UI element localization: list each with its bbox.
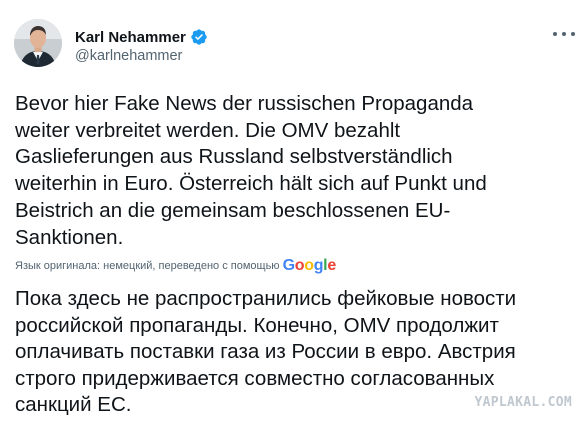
translated-line: Пока здесь не распространились фейковые … bbox=[15, 287, 517, 310]
translated-line: санкций ЕС. bbox=[15, 393, 132, 416]
tweet-line: Bevor hier Fake News der russischen Prop… bbox=[15, 92, 474, 115]
tweet-line: weiter verbreitet werden. Die OMV bezahl… bbox=[15, 118, 401, 142]
translated-line: российской пропаганды. Конечно, OMV прод… bbox=[15, 313, 499, 337]
author-name-row[interactable]: Karl Nehammer bbox=[75, 28, 208, 46]
translated-line: строго придерживается совместно согласов… bbox=[15, 366, 495, 390]
more-dot bbox=[571, 32, 575, 36]
tweet-line: Beistrich an die gemeinsam beschlossenen… bbox=[15, 198, 451, 222]
more-options-icon[interactable] bbox=[553, 27, 575, 41]
avatar[interactable] bbox=[14, 19, 62, 67]
site-watermark: YAPLAKAL.COM bbox=[474, 395, 572, 410]
tweet-text: Bevor hier Fake News der russischen Prop… bbox=[15, 91, 580, 251]
tweet-line: Sanktionen. bbox=[15, 225, 124, 249]
tweet-line: weiterhin in Euro. Österreich hält sich … bbox=[15, 172, 487, 196]
translation-attribution[interactable]: Язык оригинала: немецкий, переведено с п… bbox=[15, 257, 336, 275]
verified-badge-icon bbox=[191, 29, 207, 45]
profile-photo-icon bbox=[14, 19, 62, 67]
translation-meta-text: Язык оригинала: немецкий, переведено с п… bbox=[15, 260, 280, 272]
author-handle[interactable]: @karlnehammer bbox=[75, 48, 182, 64]
more-dot bbox=[562, 32, 566, 36]
author-display-name[interactable]: Karl Nehammer bbox=[75, 29, 186, 46]
tweet-line: Gaslieferungen aus Russland selbstverstä… bbox=[15, 145, 453, 169]
google-logo: Google bbox=[282, 257, 337, 274]
translated-line: оплачивать поставки газа из России в евр… bbox=[15, 340, 516, 363]
tweet-card: Karl Nehammer @karlnehammer Bevor hier F… bbox=[0, 0, 588, 432]
more-dot bbox=[553, 32, 557, 36]
